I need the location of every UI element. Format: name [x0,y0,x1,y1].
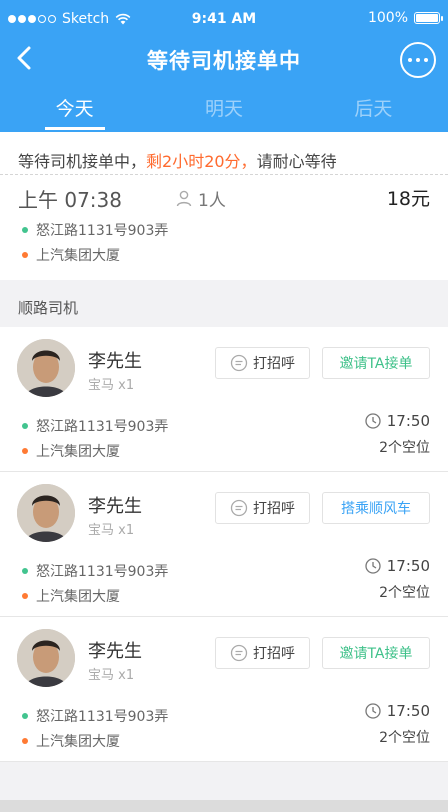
driver-car: 宝马 x1 [88,523,135,538]
driver-name: 李先生 [88,641,142,662]
greet-label: 打招呼 [253,646,295,662]
passenger-count: 1人 [176,186,226,211]
chat-icon [230,644,248,662]
origin-text: 怒江路1131号903弄 [36,419,169,435]
more-options-button[interactable] [400,42,436,78]
wait-prefix: 等待司机接单中， [18,152,147,171]
driver-origin: 怒江路1131号903弄 [22,416,168,436]
wait-status: 等待司机接单中，剩2小时20分，请耐心等待 [18,148,337,172]
departure-time: 17:50 [365,557,430,575]
destination-dot [22,252,28,258]
wait-remaining: 剩2小时20分， [146,152,257,171]
order-origin: 怒江路1131号903弄 [22,220,168,240]
app-screen: Sketch 9:41 AM 100% 等待司机接单中 今天 明天 后天 等待司… [0,0,448,812]
origin-dot [22,568,28,574]
seat-count: 2个空位 [379,730,430,746]
departure-time-text: 17:50 [386,412,430,430]
driver-card[interactable]: 李先生 宝马 x1 打招呼 搭乘顺风车 怒江路1131号903弄 上汽集团大厦 … [0,472,448,617]
chat-icon [230,354,248,372]
more-dot [416,58,420,62]
section-title: 顺路司机 [18,299,79,317]
greet-label: 打招呼 [253,501,295,517]
origin-text: 怒江路1131号903弄 [36,223,169,239]
tab-tomorrow[interactable]: 明天 [149,86,298,132]
bottom-edge [0,800,448,812]
battery-percent: 100% [367,10,408,26]
day-tabs: 今天 明天 后天 [0,86,448,132]
page-title: 等待司机接单中 [147,49,301,73]
clock-icon [365,703,381,719]
invite-button[interactable]: 邀请TA接单 [322,637,430,669]
greet-button[interactable]: 打招呼 [215,492,310,524]
greet-button[interactable]: 打招呼 [215,637,310,669]
clock-icon [365,558,381,574]
order-price: 18元 [386,188,430,210]
driver-destination: 上汽集团大厦 [22,441,120,461]
departure-time-text: 17:50 [386,557,430,575]
driver-destination: 上汽集团大厦 [22,586,120,606]
destination-text: 上汽集团大厦 [36,589,120,605]
dashed-divider [0,174,448,175]
status-bar: Sketch 9:41 AM 100% [0,0,448,38]
origin-text: 怒江路1131号903弄 [36,709,169,725]
destination-text: 上汽集团大厦 [36,734,120,750]
ride-along-button[interactable]: 搭乘顺风车 [322,492,430,524]
destination-text: 上汽集团大厦 [36,248,120,264]
avatar [17,484,75,542]
tab-day-after[interactable]: 后天 [299,86,448,132]
origin-dot [22,227,28,233]
nav-bar: 等待司机接单中 [0,38,448,80]
origin-dot [22,713,28,719]
origin-dot [22,423,28,429]
order-card: 等待司机接单中，剩2小时20分，请耐心等待 上午 07:38 1人 18元 怒江… [0,132,448,280]
passenger-count-text: 1人 [198,191,226,211]
status-right: 100% [367,10,443,26]
greet-button[interactable]: 打招呼 [215,347,310,379]
driver-car: 宝马 x1 [88,378,135,393]
battery-fill [416,14,438,22]
invite-button[interactable]: 邀请TA接单 [322,347,430,379]
more-dot [408,58,412,62]
driver-car: 宝马 x1 [88,668,135,683]
driver-destination: 上汽集团大厦 [22,731,120,751]
driver-origin: 怒江路1131号903弄 [22,561,168,581]
origin-text: 怒江路1131号903弄 [36,564,169,580]
driver-name: 李先生 [88,496,142,517]
departure-time-text: 17:50 [386,702,430,720]
wait-suffix: 请耐心等待 [256,152,337,171]
destination-dot [22,593,28,599]
seat-count: 2个空位 [379,585,430,601]
clock-icon [365,413,381,429]
tab-today[interactable]: 今天 [0,86,149,132]
departure-time: 17:50 [365,702,430,720]
order-time: 上午 07:38 [18,188,122,212]
avatar [17,339,75,397]
order-destination: 上汽集团大厦 [22,245,120,265]
driver-card[interactable]: 李先生 宝马 x1 打招呼 邀请TA接单 怒江路1131号903弄 上汽集团大厦… [0,327,448,472]
departure-time: 17:50 [365,412,430,430]
driver-name: 李先生 [88,351,142,372]
destination-dot [22,738,28,744]
seat-count: 2个空位 [379,440,430,456]
driver-origin: 怒江路1131号903弄 [22,706,168,726]
driver-card[interactable]: 李先生 宝马 x1 打招呼 邀请TA接单 怒江路1131号903弄 上汽集团大厦… [0,617,448,762]
battery-icon [414,12,443,24]
destination-text: 上汽集团大厦 [36,444,120,460]
avatar [17,629,75,687]
chat-icon [230,499,248,517]
greet-label: 打招呼 [253,356,295,372]
person-icon [176,190,192,207]
more-dot [424,58,428,62]
destination-dot [22,448,28,454]
header: Sketch 9:41 AM 100% 等待司机接单中 今天 明天 后天 [0,0,448,132]
